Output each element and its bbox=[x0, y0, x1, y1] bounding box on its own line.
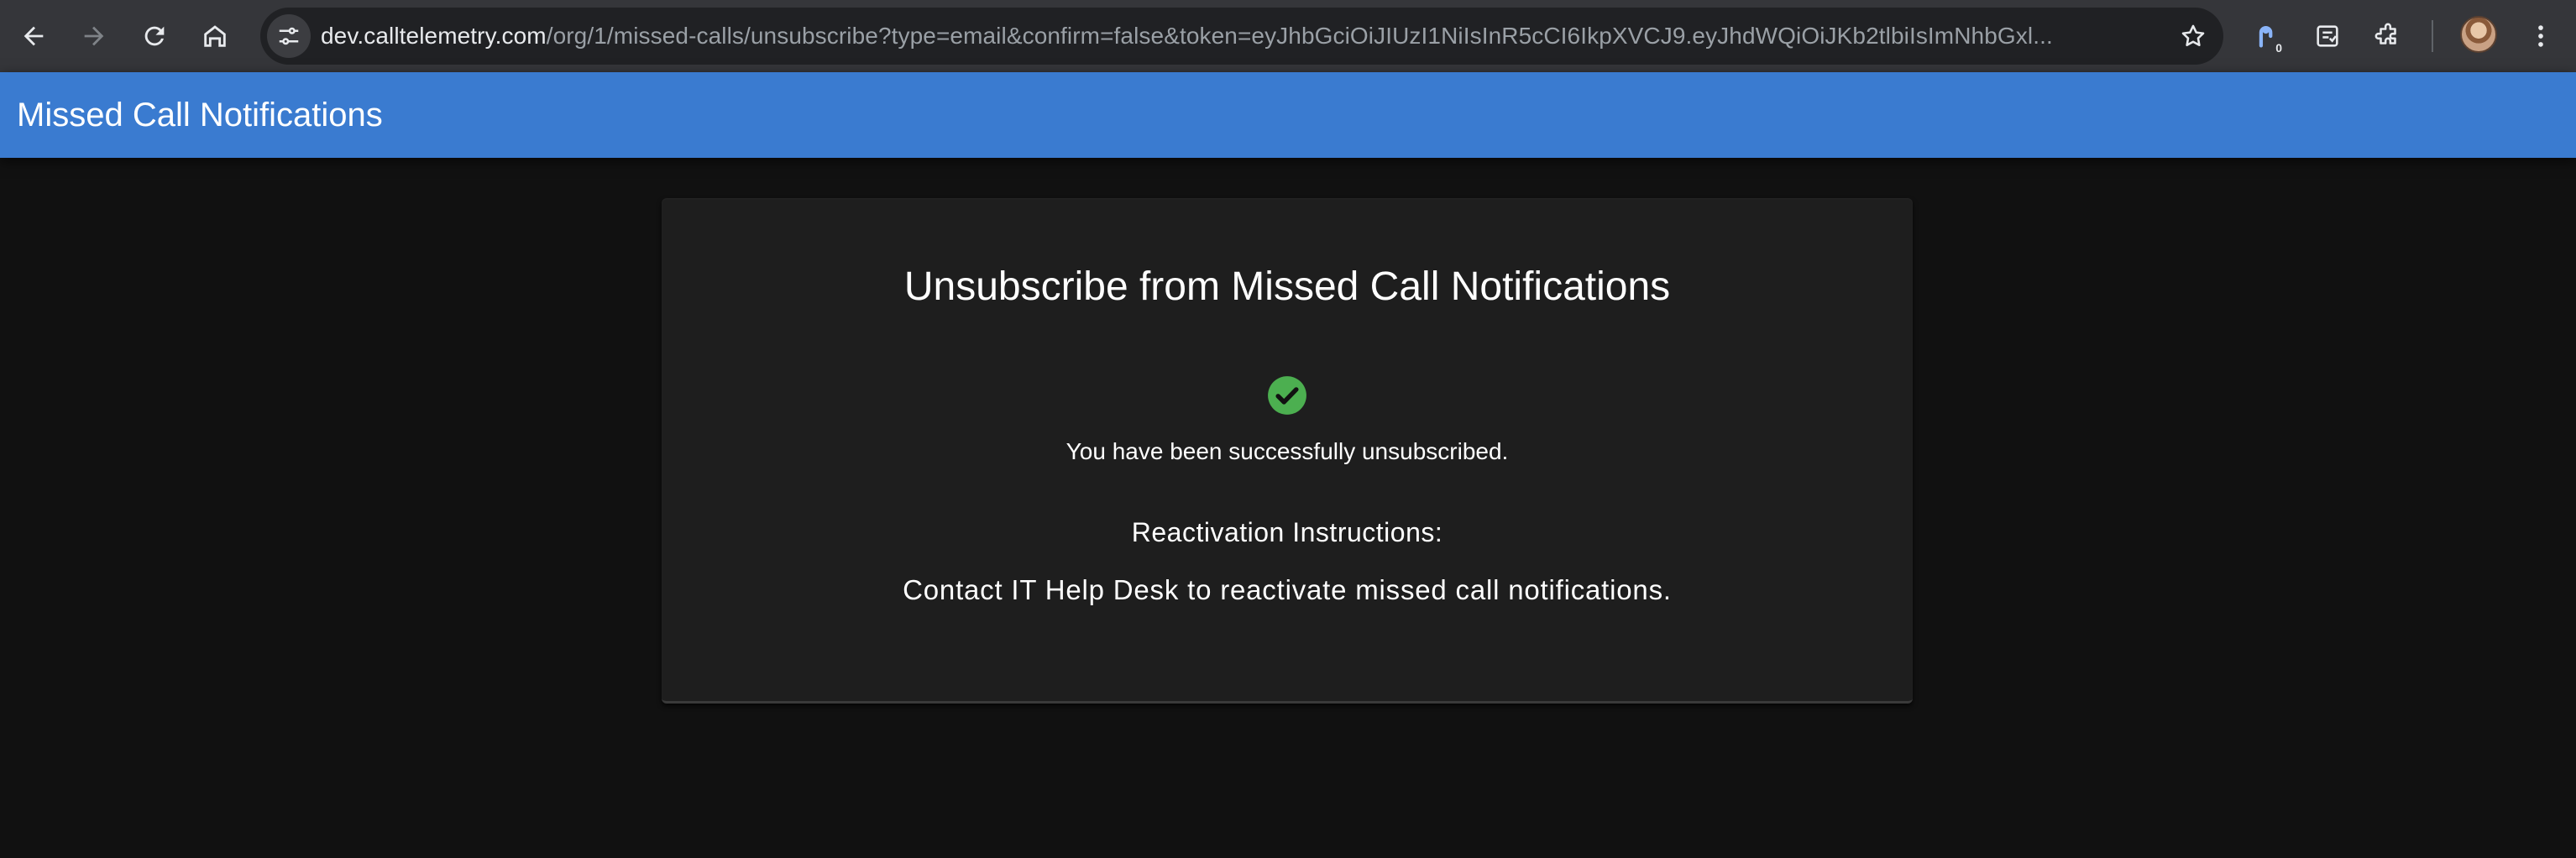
tune-icon bbox=[279, 27, 299, 45]
reload-icon bbox=[144, 26, 165, 46]
more-vert-icon bbox=[2538, 25, 2543, 47]
check-circle-icon bbox=[1268, 376, 1306, 415]
app-title: Missed Call Notifications bbox=[17, 97, 383, 133]
reactivation-instructions: Contact IT Help Desk to reactivate misse… bbox=[903, 574, 1672, 605]
back-button[interactable] bbox=[13, 16, 54, 56]
forward-button[interactable] bbox=[74, 16, 114, 56]
card-title: Unsubscribe from Missed Call Notificatio… bbox=[903, 264, 1671, 309]
arrow-right-icon bbox=[84, 26, 104, 46]
star-icon bbox=[2181, 24, 2205, 47]
extensions-menu-button[interactable] bbox=[2368, 16, 2408, 56]
toolbar-divider bbox=[2432, 20, 2433, 52]
arrow-left-icon bbox=[24, 26, 44, 46]
app-bar: Missed Call Notifications bbox=[0, 72, 2576, 158]
browser-toolbar: dev.calltelemetry.com/org/1/missed-calls… bbox=[0, 0, 2576, 72]
home-button[interactable] bbox=[195, 16, 235, 56]
url-path: /org/1/missed-calls/unsubscribe?type=ema… bbox=[546, 23, 2053, 49]
reactivation-heading: Reactivation Instructions: bbox=[1131, 517, 1443, 547]
site-info-button[interactable] bbox=[267, 14, 311, 58]
puzzle-icon bbox=[2374, 23, 2396, 44]
unsubscribe-card: Unsubscribe from Missed Call Notificatio… bbox=[662, 198, 1913, 704]
browser-menu-button[interactable] bbox=[2521, 16, 2561, 56]
extension-button[interactable]: 0 bbox=[2247, 16, 2287, 56]
profile-avatar[interactable] bbox=[2460, 16, 2497, 53]
extension-badge: 0 bbox=[2274, 41, 2284, 55]
reading-list-icon bbox=[2317, 25, 2338, 47]
url-host: dev.calltelemetry.com bbox=[321, 23, 547, 49]
home-icon bbox=[204, 25, 226, 47]
reload-button[interactable] bbox=[134, 16, 175, 56]
url-text[interactable]: dev.calltelemetry.com/org/1/missed-calls… bbox=[321, 8, 2403, 65]
bookmark-button[interactable] bbox=[2173, 16, 2213, 56]
success-message: You have been successfully unsubscribed. bbox=[1065, 438, 1509, 464]
address-bar[interactable]: dev.calltelemetry.com/org/1/missed-calls… bbox=[260, 8, 2223, 65]
reading-list-button[interactable] bbox=[2307, 16, 2348, 56]
